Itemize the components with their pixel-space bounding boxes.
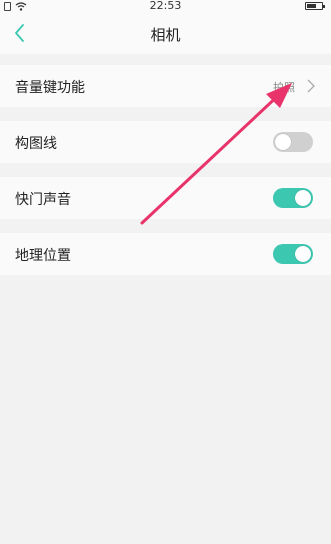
shutter-sound-toggle[interactable] — [273, 188, 313, 208]
toggle-knob — [275, 134, 291, 150]
setting-row-shutter-sound: 快门声音 — [0, 177, 331, 219]
toggle-knob — [295, 190, 311, 206]
setting-row-volume-key[interactable]: 音量键功能 拍照 — [0, 65, 331, 107]
status-bar: 22:53 — [0, 0, 331, 12]
setting-row-grid-lines: 构图线 — [0, 121, 331, 163]
setting-label: 音量键功能 — [15, 80, 85, 96]
chevron-right-icon — [307, 79, 315, 93]
page-title: 相机 — [150, 26, 181, 44]
title-bar: 相机 — [0, 12, 331, 54]
toggle-knob — [295, 246, 311, 262]
location-toggle[interactable] — [273, 244, 313, 264]
setting-label: 地理位置 — [15, 248, 71, 264]
setting-row-location: 地理位置 — [0, 233, 331, 275]
status-time: 22:53 — [149, 0, 182, 12]
setting-value: 拍照 — [273, 81, 295, 94]
battery-icon — [305, 2, 325, 10]
setting-label: 快门声音 — [15, 192, 71, 208]
setting-label: 构图线 — [15, 136, 57, 152]
grid-lines-toggle[interactable] — [273, 132, 313, 152]
